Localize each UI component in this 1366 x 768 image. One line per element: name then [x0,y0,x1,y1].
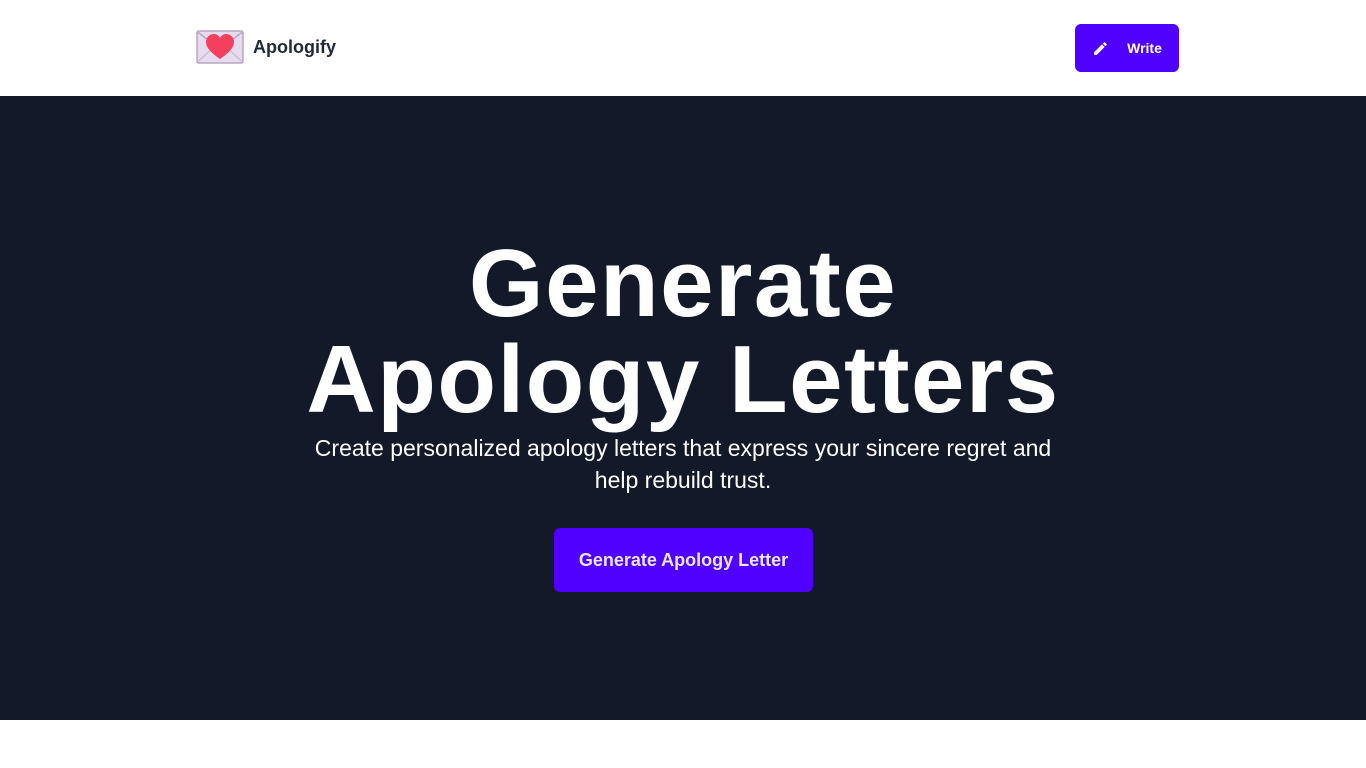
hero-title-line-2: Apology Letters [306,326,1060,433]
love-letter-icon [196,30,244,64]
brand-name: Apologify [253,36,336,57]
brand-link[interactable]: Apologify [196,29,336,65]
write-button[interactable]: Write [1075,24,1179,72]
hero-section: Generate Apology Letters Create personal… [0,96,1366,720]
hero-title-line-1: Generate [468,230,898,337]
write-button-label: Write [1127,40,1162,56]
hero-title: Generate Apology Letters [0,236,1366,428]
page-bottom-area [0,720,1366,768]
generate-apology-letter-button[interactable]: Generate Apology Letter [554,528,813,592]
hero-subtitle: Create personalized apology letters that… [314,435,1052,493]
pencil-icon [1094,41,1108,55]
top-navbar: Apologify Write [0,0,1366,96]
